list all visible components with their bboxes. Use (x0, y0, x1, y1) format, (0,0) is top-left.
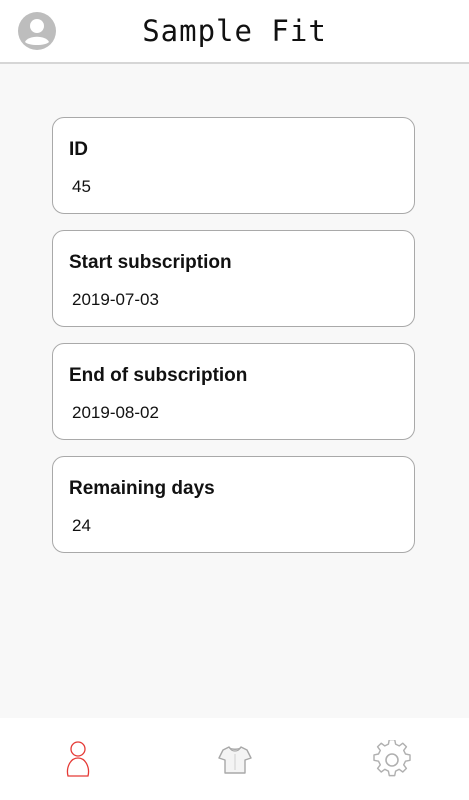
app-title: Sample Fit (142, 14, 327, 48)
gear-icon (373, 740, 411, 777)
id-value: 45 (72, 177, 91, 196)
start-subscription-value: 2019-07-03 (72, 290, 159, 309)
start-subscription-label: Start subscription (69, 252, 232, 273)
remaining-days-label: Remaining days (69, 478, 215, 499)
nav-settings-tab[interactable] (372, 740, 412, 780)
nav-training-tab[interactable] (215, 740, 255, 780)
remaining-days-value: 24 (72, 516, 91, 535)
start-subscription-card: Start subscription 2019-07-03 (52, 230, 415, 327)
bottom-navigation (0, 718, 469, 800)
id-card: ID 45 (52, 117, 415, 214)
person-icon (66, 741, 90, 777)
end-subscription-label: End of subscription (69, 365, 248, 386)
tshirt-icon (218, 746, 252, 774)
end-subscription-value: 2019-08-02 (72, 403, 159, 422)
end-subscription-card: End of subscription 2019-08-02 (52, 343, 415, 440)
remaining-days-card: Remaining days 24 (52, 456, 415, 553)
app-header: Sample Fit (0, 0, 469, 64)
nav-profile-tab[interactable] (58, 740, 98, 780)
id-label: ID (69, 139, 88, 160)
